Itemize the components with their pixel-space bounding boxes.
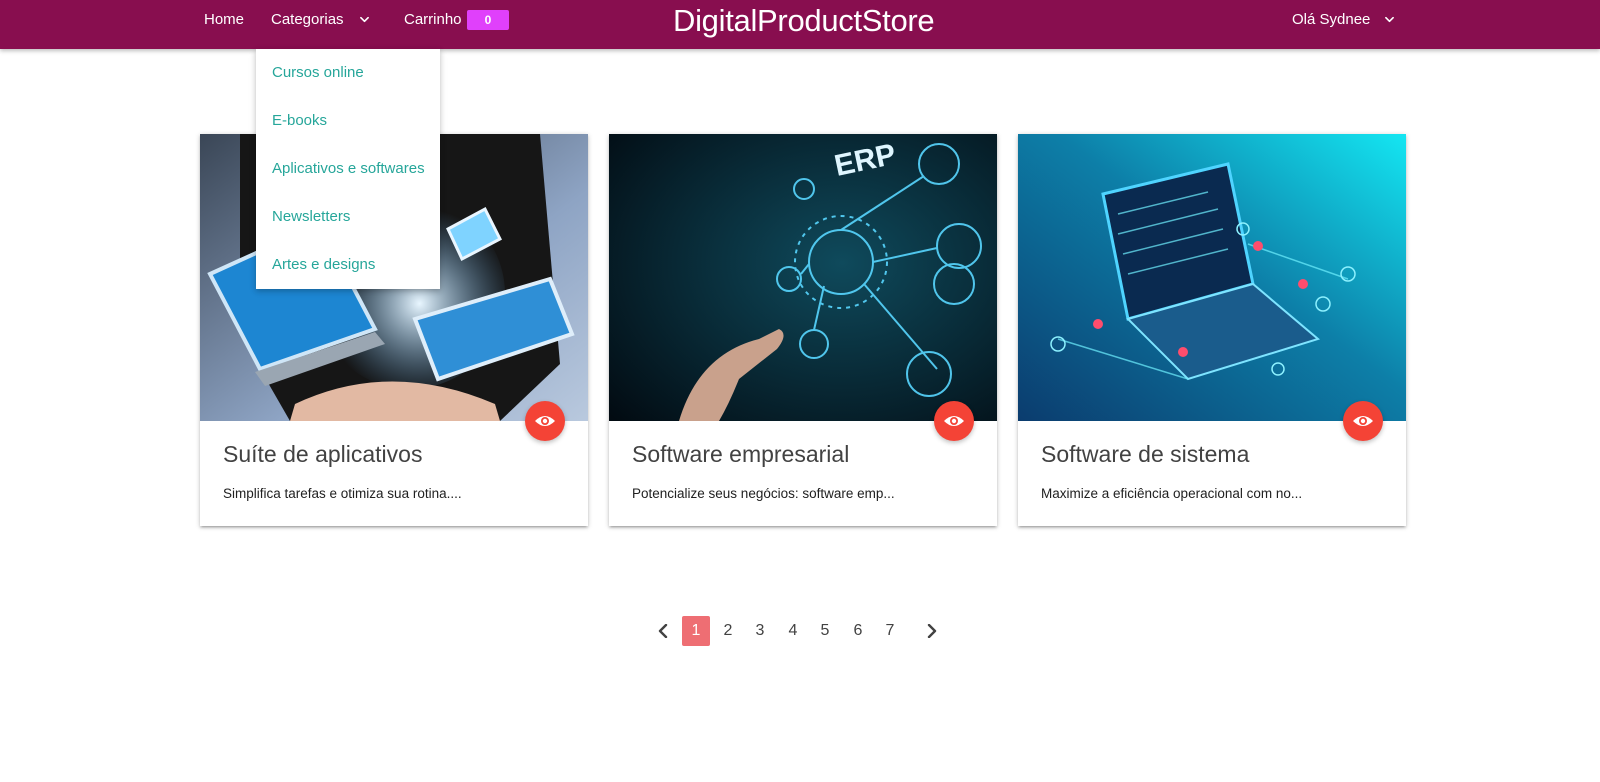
user-menu-link[interactable]: Olá Sydnee xyxy=(1292,0,1370,40)
product-title[interactable]: Software de sistema xyxy=(1041,441,1249,468)
product-description: Potencialize seus negócios: software emp… xyxy=(632,486,895,501)
product-title[interactable]: Software empresarial xyxy=(632,441,849,468)
product-image: ERP xyxy=(609,134,997,421)
eye-icon xyxy=(535,416,555,426)
nav-cart-link[interactable]: Carrinho xyxy=(404,0,462,40)
brand-logo[interactable]: DigitalProductStore xyxy=(673,0,935,42)
dropdown-item-cursos-online[interactable]: Cursos online xyxy=(256,49,440,97)
dropdown-item-aplicativos-softwares[interactable]: Aplicativos e softwares xyxy=(256,145,440,193)
chevron-down-icon[interactable] xyxy=(360,15,369,24)
pagination: 1 2 3 4 5 6 7 xyxy=(0,616,1600,646)
top-navbar: Home Categorias Carrinho 0 DigitalProduc… xyxy=(0,0,1600,49)
nav-home-link[interactable]: Home xyxy=(204,0,244,40)
nav-categories-link[interactable]: Categorias xyxy=(271,0,344,40)
eye-icon xyxy=(1353,416,1373,426)
product-card: ERP Software empresarial Potencialize se… xyxy=(609,134,997,526)
page-number-5[interactable]: 5 xyxy=(811,616,839,646)
view-product-button[interactable] xyxy=(934,401,974,441)
chevron-right-icon xyxy=(927,624,937,638)
product-title[interactable]: Suíte de aplicativos xyxy=(223,441,422,468)
page-number-6[interactable]: 6 xyxy=(844,616,872,646)
product-card: Software de sistema Maximize a eficiênci… xyxy=(1018,134,1406,526)
product-image xyxy=(1018,134,1406,421)
page-number-1[interactable]: 1 xyxy=(682,616,710,646)
eye-icon xyxy=(944,416,964,426)
cart-count-badge[interactable]: 0 xyxy=(467,10,509,30)
page-number-4[interactable]: 4 xyxy=(779,616,807,646)
categories-dropdown: Cursos online E-books Aplicativos e soft… xyxy=(256,49,440,289)
dropdown-item-newsletters[interactable]: Newsletters xyxy=(256,193,440,241)
product-description: Maximize a eficiência operacional com no… xyxy=(1041,486,1303,501)
view-product-button[interactable] xyxy=(525,401,565,441)
chevron-down-icon[interactable] xyxy=(1385,15,1394,24)
chevron-left-icon xyxy=(658,624,668,638)
page-number-3[interactable]: 3 xyxy=(746,616,774,646)
page-number-7[interactable]: 7 xyxy=(876,616,904,646)
dropdown-item-e-books[interactable]: E-books xyxy=(256,97,440,145)
page-number-2[interactable]: 2 xyxy=(714,616,742,646)
product-description: Simplifica tarefas e otimiza sua rotina.… xyxy=(223,486,462,501)
dropdown-item-artes-designs[interactable]: Artes e designs xyxy=(256,241,440,289)
next-page-button[interactable] xyxy=(918,616,946,646)
view-product-button[interactable] xyxy=(1343,401,1383,441)
previous-page-button[interactable] xyxy=(649,616,677,646)
